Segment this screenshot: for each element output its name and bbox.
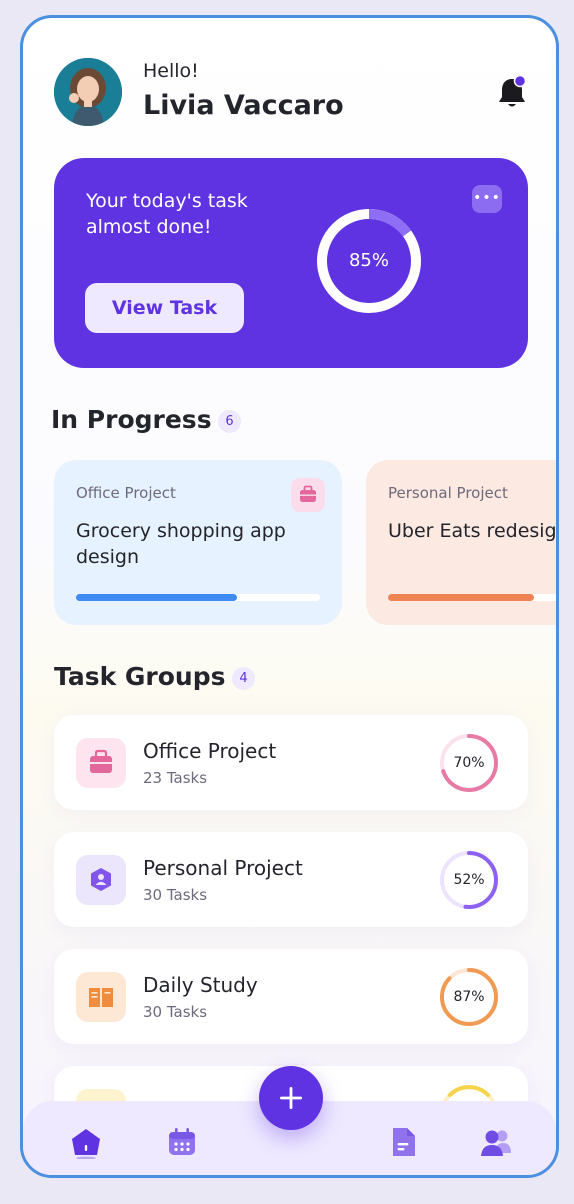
briefcase-icon [76, 738, 126, 788]
task-group-count: 23 Tasks [143, 769, 208, 787]
hero-message: Your today's task almost done! [86, 190, 248, 238]
task-groups-title: Task Groups [54, 662, 226, 691]
task-group-daily-study[interactable]: Daily Study 30 Tasks 87% [54, 949, 528, 1044]
today-progress-label: 85% [348, 250, 389, 271]
task-group-office-project[interactable]: Office Project 23 Tasks 70% [54, 715, 528, 810]
book-icon [76, 972, 126, 1022]
progress-card-office[interactable]: Office Project Grocery shopping app desi… [54, 460, 342, 625]
in-progress-title: In Progress [51, 405, 212, 434]
task-group-percent: 52% [453, 872, 485, 888]
progress-bar [388, 594, 556, 601]
task-group-personal-project[interactable]: Personal Project 30 Tasks 52% [54, 832, 528, 927]
task-group-percent: 70% [453, 755, 485, 771]
document-icon[interactable] [386, 1125, 420, 1159]
in-progress-count-badge: 6 [218, 410, 241, 433]
briefcase-icon [291, 478, 325, 512]
progress-bar-fill [388, 594, 535, 601]
task-group-name: Office Project [143, 739, 277, 763]
home-icon[interactable] [69, 1125, 103, 1160]
progress-card-category: Personal Project [388, 484, 508, 502]
add-task-button[interactable] [259, 1066, 323, 1130]
task-group-name: Personal Project [143, 856, 303, 880]
user-shield-icon [76, 855, 126, 905]
progress-card-personal[interactable]: Personal Project Uber Eats redesign chal… [366, 460, 557, 625]
phone-frame: Hello! Livia Vaccaro Your today's task a… [20, 15, 559, 1178]
plus-icon [280, 1087, 302, 1109]
notification-bell-icon[interactable] [497, 74, 527, 109]
users-icon[interactable] [479, 1125, 513, 1159]
progress-bar [76, 594, 320, 601]
task-group-count: 30 Tasks [143, 886, 208, 904]
progress-card-title: Uber Eats redesign challange [388, 520, 557, 542]
user-name: Livia Vaccaro [143, 90, 344, 121]
progress-card-category: Office Project [76, 484, 176, 502]
task-group-name: Daily Study [143, 973, 258, 997]
more-options-icon[interactable]: ••• [472, 185, 502, 213]
greeting-text: Hello! [143, 60, 199, 82]
task-groups-count-badge: 4 [232, 667, 255, 690]
progress-bar-fill [76, 594, 238, 601]
calendar-icon[interactable] [165, 1125, 199, 1159]
task-group-percent: 87% [453, 989, 485, 1005]
view-task-button[interactable]: View Task [85, 283, 244, 333]
progress-card-title: Grocery shopping app design [76, 520, 286, 568]
avatar[interactable] [54, 58, 122, 126]
task-group-count: 30 Tasks [143, 1003, 208, 1021]
today-progress-card: Your today's task almost done! View Task… [54, 158, 528, 368]
